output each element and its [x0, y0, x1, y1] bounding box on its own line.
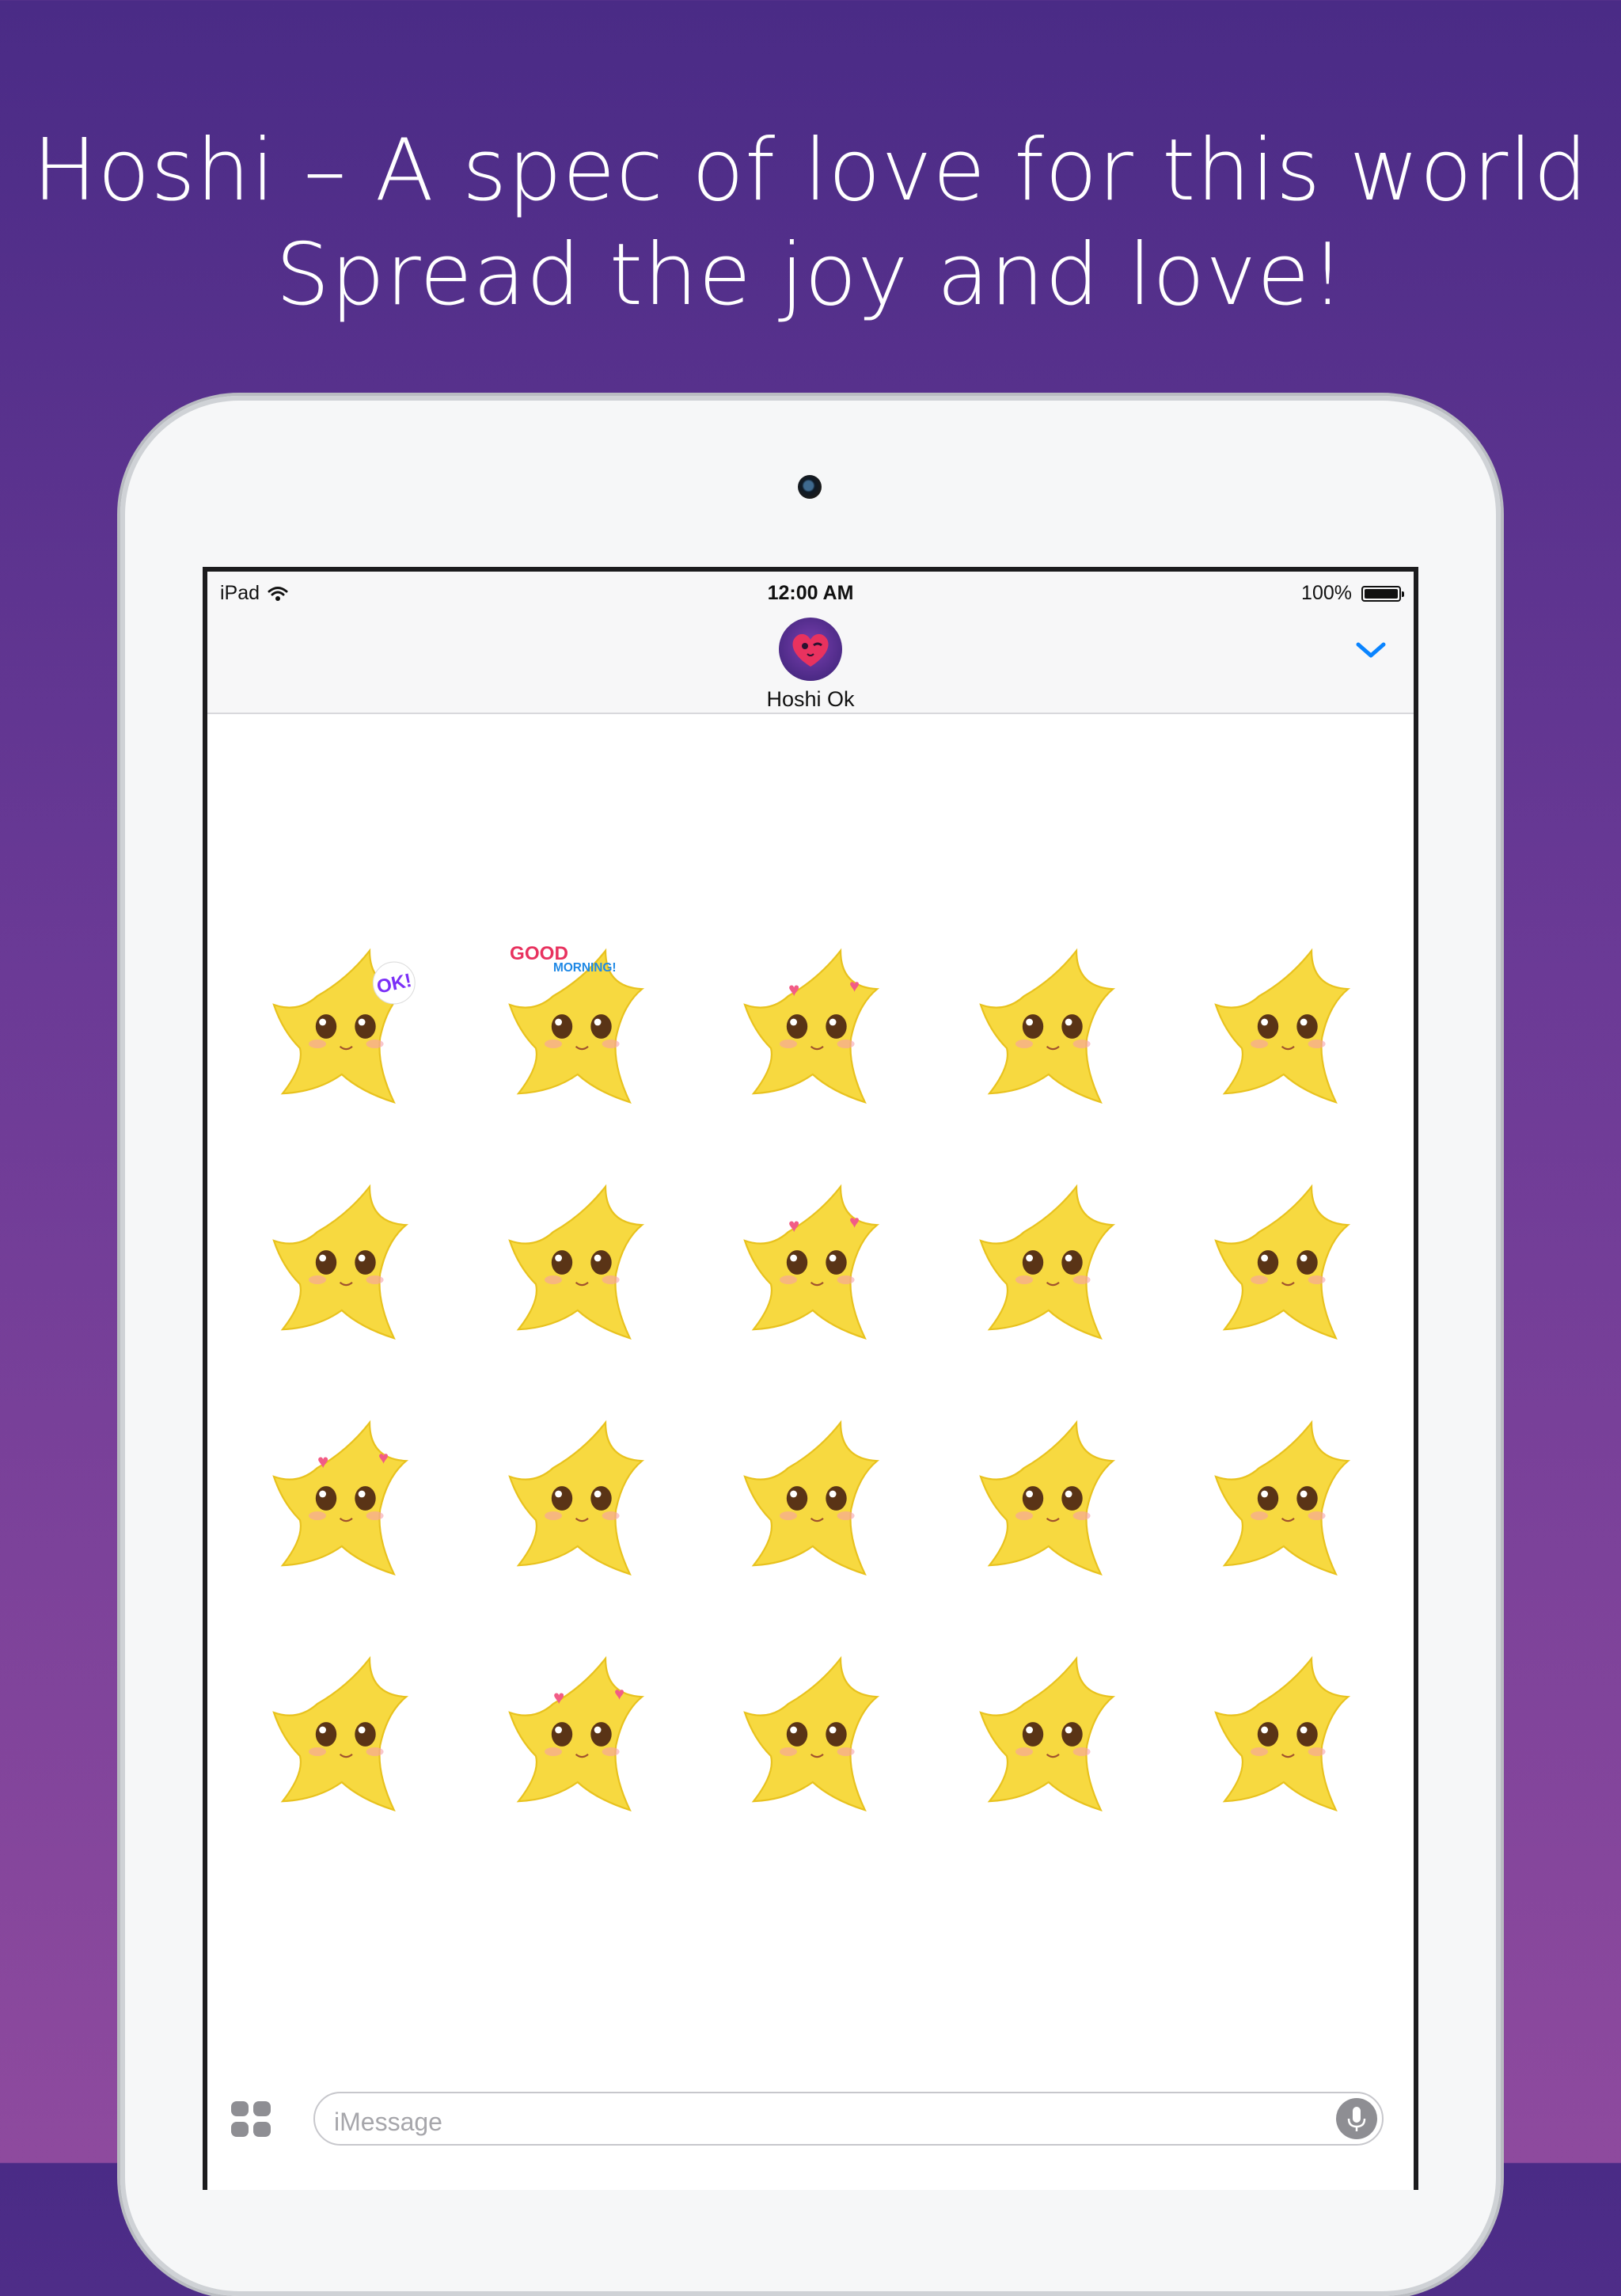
sticker-grid: OK! GOOD MORNING! ♥ ♥ ♥ ♥ ♥ ♥ ♥ ♥ [207, 713, 1414, 2058]
ipad-screen: iPad 12:00 AM 100% Hoshi Ok OK! GOOD MOR… [203, 567, 1418, 2190]
svg-text:♥: ♥ [788, 979, 799, 1001]
star-character-icon [272, 1655, 409, 1812]
sticker-shaking[interactable] [1206, 1180, 1365, 1354]
microphone-icon [1347, 2107, 1366, 2131]
sticker-worried[interactable] [971, 1180, 1129, 1354]
sticker-shh[interactable] [971, 1416, 1129, 1590]
sticker-open-smile[interactable] [500, 1180, 659, 1354]
sticker-surprised[interactable] [735, 1652, 894, 1826]
svg-text:MORNING!: MORNING! [553, 961, 617, 975]
battery-icon [1361, 585, 1404, 602]
star-character-icon: ♥ ♥ [272, 1420, 409, 1576]
star-character-icon [1214, 1184, 1351, 1340]
headline: Hoshi – A spec of love for this world Sp… [0, 119, 1621, 328]
sticker-sad[interactable] [1206, 1652, 1365, 1826]
avatar[interactable] [779, 618, 842, 681]
status-time: 12:00 AM [767, 582, 854, 604]
camera-icon [798, 475, 822, 499]
star-character-icon [1214, 1655, 1351, 1812]
message-placeholder: iMessage [334, 2108, 442, 2136]
sticker-hearts-shy[interactable]: ♥ ♥ [735, 1180, 894, 1354]
sticker-sleepy[interactable] [1206, 1416, 1365, 1590]
star-character-icon [272, 1184, 409, 1340]
heart-avatar-icon [792, 633, 829, 667]
star-character-icon [508, 1184, 645, 1340]
star-character-icon [743, 1420, 880, 1576]
sticker-calm[interactable] [264, 1652, 423, 1826]
sticker-content[interactable] [500, 1416, 659, 1590]
battery-percent: 100% [1301, 582, 1352, 604]
sticker-ok-wink[interactable]: OK! [264, 944, 423, 1118]
sticker-smile[interactable] [264, 1180, 423, 1354]
star-character-icon [979, 1420, 1116, 1576]
star-character-icon [979, 948, 1116, 1104]
sticker-teary[interactable] [971, 1652, 1129, 1826]
star-character-icon [979, 1184, 1116, 1340]
headline-line-2: Spread the joy and love! [275, 226, 1346, 325]
apps-icon[interactable] [231, 2101, 272, 2138]
star-character-icon: GOODMORNING! [508, 943, 645, 1104]
input-bar: iMessage [207, 2060, 1414, 2190]
sticker-heart-eyes[interactable]: ♥ ♥ [500, 1652, 659, 1826]
star-character-icon [1214, 948, 1351, 1104]
star-character-icon [508, 1420, 645, 1576]
message-input[interactable]: iMessage [313, 2092, 1384, 2146]
headline-line-1: Hoshi – A spec of love for this world [32, 121, 1589, 220]
status-right: 100% [1301, 582, 1404, 605]
svg-text:♥: ♥ [849, 1212, 860, 1232]
svg-text:♥: ♥ [614, 1684, 624, 1704]
sticker-good-morning[interactable]: GOOD MORNING! [500, 943, 659, 1118]
chevron-down-icon[interactable] [1353, 638, 1388, 662]
sticker-hearts-love[interactable]: ♥ ♥ [735, 944, 894, 1118]
svg-text:♥: ♥ [378, 1448, 389, 1468]
status-bar: iPad 12:00 AM 100% [207, 572, 1414, 608]
microphone-button[interactable] [1336, 2098, 1377, 2139]
star-character-icon: OK! [272, 948, 416, 1104]
star-character-icon [1214, 1420, 1351, 1576]
svg-text:♥: ♥ [553, 1687, 564, 1709]
svg-text:♥: ♥ [849, 976, 860, 996]
star-character-icon: ♥ ♥ [743, 1184, 880, 1340]
star-character-icon: ♥ ♥ [743, 948, 880, 1104]
star-character-icon [743, 1655, 880, 1812]
star-character-icon [979, 1655, 1116, 1812]
conversation-header: Hoshi Ok [207, 608, 1414, 714]
star-character-icon: ♥ ♥ [508, 1655, 645, 1812]
sticker-in-love[interactable]: ♥ ♥ [264, 1416, 423, 1590]
sticker-neutral[interactable] [735, 1416, 894, 1590]
sticker-happy-squint[interactable] [1206, 944, 1365, 1118]
contact-name: Hoshi Ok [766, 687, 855, 711]
svg-text:♥: ♥ [317, 1451, 328, 1473]
sticker-confused[interactable] [971, 944, 1129, 1118]
svg-text:♥: ♥ [788, 1215, 799, 1237]
